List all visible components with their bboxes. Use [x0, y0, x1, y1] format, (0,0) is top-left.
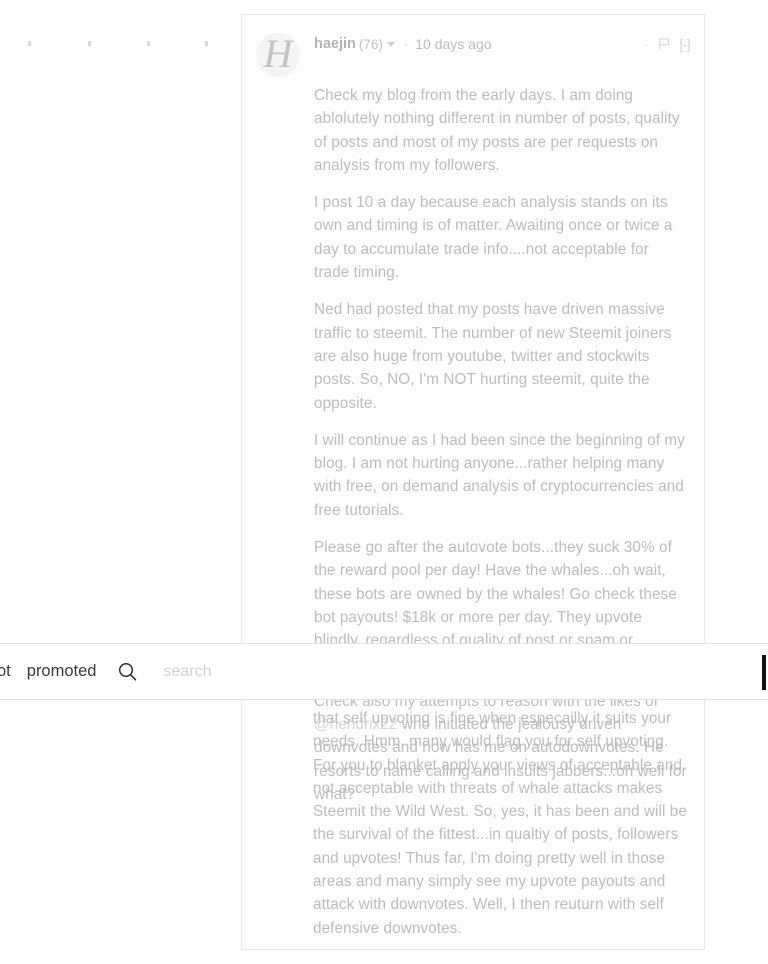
author-name[interactable]: haejin — [314, 36, 356, 52]
comment-meta-line: haejin (76) · 10 days ago — [314, 34, 690, 54]
comment-header: H haejin (76) · 10 days ago · [-] — [256, 31, 690, 77]
search-input[interactable] — [161, 661, 526, 682]
comment-header-actions: · [-] — [644, 34, 690, 54]
author-reputation: (76) — [358, 36, 383, 52]
comment-card-lower: that self upvoting is fine when especail… — [241, 700, 705, 950]
tick-mark — [147, 41, 150, 46]
comment-paragraph: Check my blog from the early days. I am … — [314, 87, 680, 174]
text-cursor — [762, 655, 766, 690]
timestamp[interactable]: 10 days ago — [415, 36, 491, 52]
tick-mark — [28, 41, 31, 46]
tick-mark-row — [0, 41, 240, 47]
nav-link-promoted[interactable]: promoted — [27, 662, 97, 681]
tick-mark — [205, 41, 208, 46]
comment-body-continuation: that self upvoting is fine when especail… — [313, 707, 705, 940]
comment-paragraph: I post 10 a day because each analysis st… — [314, 194, 673, 282]
flag-icon[interactable] — [658, 37, 671, 51]
action-separator-dot: · — [644, 36, 649, 52]
comment-paragraph: that self upvoting is fine when especail… — [313, 710, 687, 937]
chevron-down-icon[interactable] — [386, 41, 395, 47]
avatar-letter: H — [263, 33, 293, 76]
comment-paragraph: Ned had posted that my posts have driven… — [314, 301, 672, 412]
tick-mark — [88, 41, 91, 46]
comment-paragraph: I will continue as I had been since the … — [314, 431, 685, 519]
collapse-toggle[interactable]: [-] — [680, 37, 691, 52]
avatar[interactable]: H — [256, 33, 300, 77]
nav-link-hot[interactable]: ot — [0, 662, 11, 681]
comment-meta: haejin (76) · 10 days ago — [314, 31, 690, 54]
meta-separator: · — [403, 36, 409, 52]
search-icon[interactable] — [118, 662, 137, 681]
overlay-nav-bar: ot promoted — [0, 643, 768, 700]
